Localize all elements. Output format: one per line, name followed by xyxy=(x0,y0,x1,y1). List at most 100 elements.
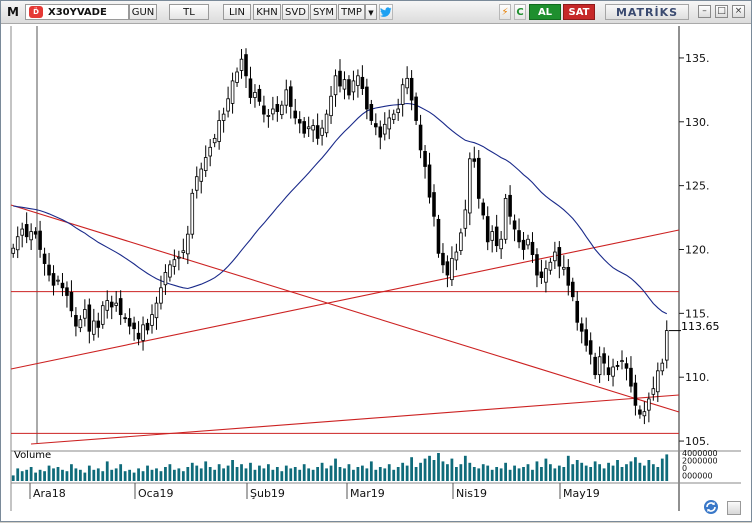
candle xyxy=(414,92,418,125)
volume-bar xyxy=(244,468,248,481)
volume-bar xyxy=(365,468,369,481)
volume-bar xyxy=(123,471,127,481)
volume-bar xyxy=(584,465,588,481)
symbol-type-icon: D̈ xyxy=(29,6,43,18)
volume-bar xyxy=(544,458,548,481)
close-button[interactable]: × xyxy=(732,5,745,18)
twitter-icon[interactable] xyxy=(379,4,393,20)
volume-bar xyxy=(571,464,575,481)
scale-sym-button[interactable]: SYM xyxy=(310,4,337,20)
volume-bar xyxy=(56,467,60,481)
volume-tick-label: 000000 xyxy=(682,472,713,481)
price-tick-label: 105. xyxy=(685,435,710,448)
volume-bar xyxy=(271,469,275,481)
volume-bar xyxy=(410,457,414,481)
maximize-button[interactable]: □ xyxy=(715,5,728,18)
volume-tick-label: 2000000 xyxy=(682,457,718,466)
volume-bar xyxy=(186,467,190,481)
volume-bar xyxy=(329,465,333,481)
volume-bar xyxy=(101,471,105,481)
volume-bar xyxy=(629,461,633,481)
volume-bar xyxy=(642,465,646,481)
price-tick-label: 120. xyxy=(685,243,710,256)
candle xyxy=(190,188,195,239)
scale-khn-button[interactable]: KHN xyxy=(253,4,281,20)
volume-bar xyxy=(262,468,266,481)
volume-bar xyxy=(387,464,391,481)
volume-bar xyxy=(504,462,508,481)
chart-toolbar: M D̈ X30YVADE GUN TL LIN KHN SVD SYM TMP… xyxy=(1,1,751,24)
currency-button[interactable]: TL xyxy=(169,4,209,20)
volume-bar xyxy=(20,471,24,481)
volume-bar xyxy=(11,475,15,481)
volume-bar xyxy=(356,467,360,481)
volume-bar xyxy=(634,457,637,481)
scale-linear-button[interactable]: LIN xyxy=(223,4,251,20)
volume-bar xyxy=(119,464,123,481)
candle xyxy=(100,301,105,329)
volume-bar xyxy=(468,462,472,481)
volume-bar xyxy=(334,458,337,481)
volume-bar xyxy=(226,465,230,481)
volume-bar xyxy=(562,467,566,481)
volume-bar xyxy=(481,464,485,481)
volume-bar xyxy=(25,469,29,481)
volume-bar xyxy=(338,467,342,481)
volume-bar xyxy=(598,464,602,481)
volume-bar xyxy=(137,468,140,481)
price-tick-label: 110. xyxy=(685,371,710,384)
volume-bar xyxy=(316,467,320,481)
price-tick-label: 115. xyxy=(685,307,710,320)
volume-bar xyxy=(61,469,64,481)
volume-bar xyxy=(87,465,91,481)
scale-tmp-button[interactable]: TMP xyxy=(338,4,365,20)
sell-button[interactable]: SAT xyxy=(563,4,595,20)
minimize-button[interactable]: – xyxy=(698,5,711,18)
symbol-selector[interactable]: D̈ X30YVADE xyxy=(25,4,129,20)
volume-bar xyxy=(266,464,270,481)
price-tick-label: 130. xyxy=(685,116,710,129)
volume-bar xyxy=(446,464,449,481)
scroll-corner xyxy=(727,501,741,515)
volume-bar xyxy=(454,467,458,481)
chart-refresh-icon[interactable] xyxy=(701,498,721,516)
volume-bar xyxy=(343,468,346,481)
volume-bar xyxy=(92,469,96,481)
volume-bar xyxy=(78,469,82,481)
time-tick-label: Oca19 xyxy=(138,487,173,500)
period-button[interactable]: GUN xyxy=(129,4,157,20)
scale-svd-button[interactable]: SVD xyxy=(282,4,309,20)
volume-bar xyxy=(181,471,185,481)
volume-bar xyxy=(325,468,328,481)
refresh-icon[interactable]: C xyxy=(514,4,526,20)
volume-bar xyxy=(459,464,463,481)
volume-bar xyxy=(486,465,490,481)
volume-bar xyxy=(52,468,55,481)
volume-bar xyxy=(513,465,516,481)
volume-bar xyxy=(490,469,494,481)
volume-bar xyxy=(16,468,20,481)
volume-bar xyxy=(508,469,512,481)
volume-bar xyxy=(396,467,400,481)
volume-bar xyxy=(155,468,158,481)
volume-bar xyxy=(651,464,655,481)
dropdown-arrow-icon[interactable]: ▼ xyxy=(365,4,377,20)
volume-bar xyxy=(172,469,176,481)
volume-bar xyxy=(647,460,651,481)
buy-button[interactable]: AL xyxy=(529,4,561,20)
volume-bar xyxy=(450,458,454,481)
volume-bar xyxy=(638,462,642,481)
flash-icon[interactable]: ⚡ xyxy=(499,4,511,20)
volume-bar xyxy=(589,467,593,481)
volume-bars xyxy=(11,453,669,481)
volume-bar xyxy=(665,454,669,481)
volume-bar xyxy=(65,471,69,481)
volume-bar xyxy=(531,469,534,481)
volume-bar xyxy=(463,455,467,481)
volume-bar xyxy=(159,471,163,481)
volume-bar xyxy=(437,453,440,481)
volume-bar xyxy=(625,464,628,481)
volume-bar xyxy=(289,468,293,481)
volume-bar xyxy=(620,467,624,481)
price-chart[interactable]: 105.110.115.120.125.130.135. 40000002000… xyxy=(1,23,751,523)
